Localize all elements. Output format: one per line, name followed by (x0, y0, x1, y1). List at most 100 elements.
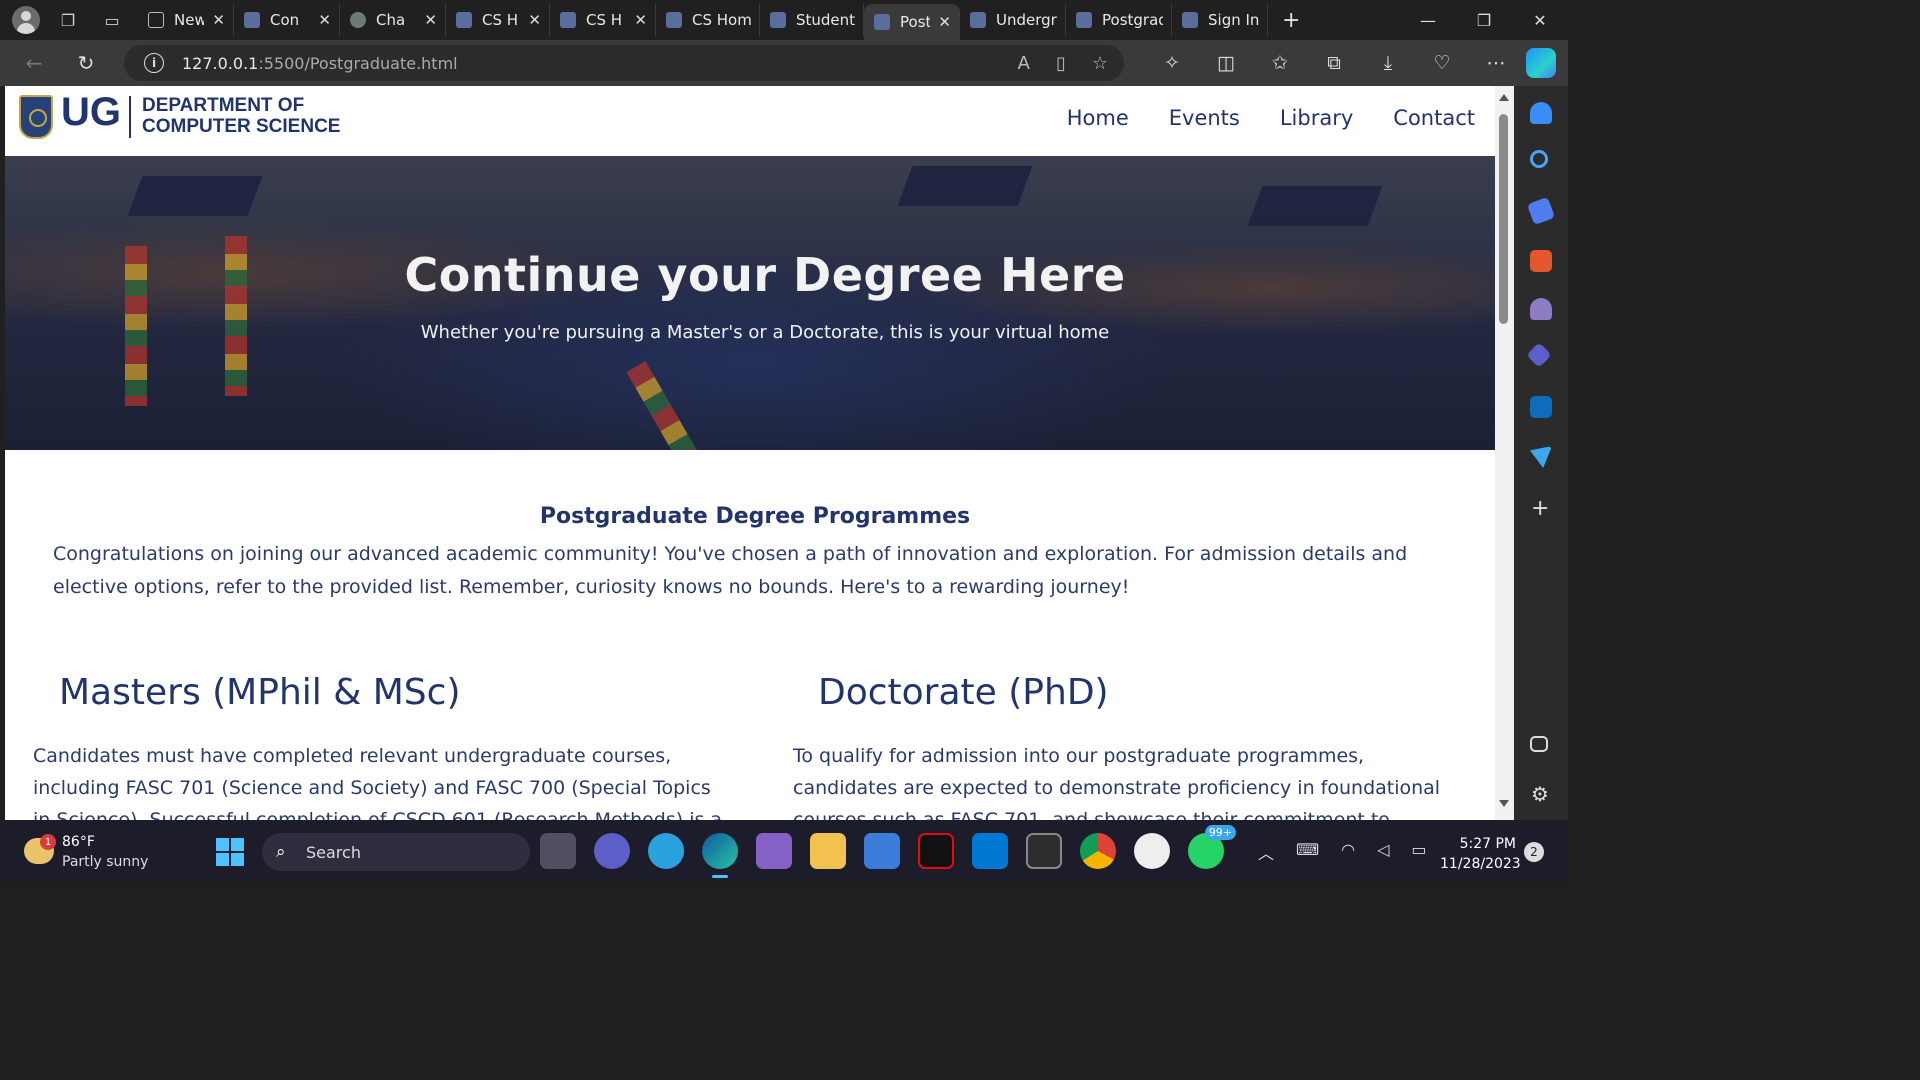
more-options-icon[interactable]: ⋯ (1469, 52, 1523, 74)
scroll-up-icon[interactable] (1499, 94, 1509, 101)
ug-crest-icon (970, 12, 986, 28)
netflix-icon[interactable] (918, 833, 954, 869)
close-tab-icon[interactable]: ✕ (634, 11, 647, 29)
browser-tab-label: Postg (900, 13, 930, 31)
browser-tab[interactable]: Students (760, 4, 864, 36)
search-icon[interactable] (1530, 150, 1548, 168)
edge-browser-icon[interactable] (702, 833, 738, 878)
keyboard-icon[interactable]: ⌨ (1296, 840, 1319, 864)
browser-tab[interactable]: Postg ✕ (864, 4, 960, 40)
browser-tab-label: Undergra (996, 11, 1057, 29)
browser-tab-label: Sign In (1208, 11, 1259, 29)
page-icon (148, 12, 164, 28)
terminal-icon[interactable] (1026, 833, 1062, 869)
taskbar-search[interactable]: ⌕ Search (262, 833, 530, 871)
site-logo-text[interactable]: UG (61, 90, 121, 135)
close-tab-icon[interactable]: ✕ (528, 11, 541, 29)
page-scrollbar[interactable] (1495, 86, 1514, 820)
browser-toolbar: ← ↻ i 127.0.0.1:5500/Postgraduate.html A… (0, 40, 1568, 86)
browser-tab[interactable]: Cha ✕ (340, 4, 446, 36)
taskbar-apps: 99+ (540, 825, 1236, 878)
downloads-icon[interactable]: ⤓ (1361, 52, 1415, 74)
telegram-icon[interactable] (648, 833, 684, 869)
browser-tab[interactable]: Con ✕ (234, 4, 340, 36)
new-tab-button[interactable]: + (1282, 8, 1300, 33)
settings-gear-icon[interactable]: ⚙ (1531, 782, 1549, 806)
browser-tab-label: Con (270, 11, 300, 29)
file-explorer-icon[interactable] (810, 833, 846, 869)
clock-date: 11/28/2023 (1440, 856, 1521, 872)
nav-link-library[interactable]: Library (1280, 106, 1353, 130)
browser-tab[interactable]: New ✕ (138, 4, 234, 36)
shopping-tag-icon[interactable] (1526, 196, 1556, 226)
task-view-icon[interactable] (540, 833, 576, 869)
scrollbar-thumb[interactable] (1499, 114, 1508, 324)
edge-sidebar: + ⚙ (1514, 86, 1568, 820)
url-path: :5500/Postgraduate.html (258, 53, 458, 73)
scroll-down-icon[interactable] (1499, 800, 1509, 807)
workspaces-icon[interactable]: ❐ (52, 4, 84, 36)
browser-tab[interactable]: CS H ✕ (550, 4, 656, 36)
weather-temperature[interactable]: 86°F (62, 834, 95, 850)
visual-studio-icon[interactable] (756, 833, 792, 869)
vertical-tabs-icon[interactable]: ▭ (96, 4, 128, 36)
performance-icon[interactable]: ♡ (1415, 52, 1469, 74)
browser-tab[interactable]: Undergra (960, 4, 1066, 36)
weather-condition[interactable]: Partly sunny (62, 854, 148, 870)
chrome-icon[interactable] (1080, 833, 1116, 869)
ug-crest-icon (456, 12, 472, 28)
read-aloud-icon[interactable]: A (1018, 53, 1030, 74)
sidebar-toggle-icon[interactable] (1530, 736, 1548, 752)
chevron-up-icon[interactable]: ︿ (1258, 840, 1274, 864)
microsoft-365-icon[interactable] (1526, 342, 1552, 368)
add-sidebar-app-icon[interactable]: + (1531, 496, 1549, 521)
browser-tab[interactable]: CS H ✕ (446, 4, 550, 36)
split-screen-icon[interactable]: ◫ (1199, 52, 1253, 74)
nav-link-contact[interactable]: Contact (1393, 106, 1475, 130)
collections-icon[interactable]: ⧉ (1307, 52, 1361, 74)
teams-chat-icon[interactable] (594, 833, 630, 869)
address-bar[interactable]: i 127.0.0.1:5500/Postgraduate.html A ▯ ☆ (124, 45, 1124, 81)
ug-crest-logo[interactable] (19, 95, 53, 139)
drop-icon[interactable] (1530, 446, 1552, 468)
url-text[interactable]: 127.0.0.1:5500/Postgraduate.html (182, 54, 458, 73)
github-icon[interactable] (1134, 833, 1170, 869)
refresh-icon[interactable]: ↻ (68, 45, 104, 81)
notification-bell-icon[interactable] (1530, 102, 1552, 124)
clock-time: 5:27 PM (1459, 836, 1516, 852)
tools-briefcase-icon[interactable] (1530, 250, 1552, 272)
favorite-star-icon[interactable]: ☆ (1092, 53, 1108, 74)
browser-tab[interactable]: CS Home (656, 4, 760, 36)
close-tab-icon[interactable]: ✕ (424, 11, 437, 29)
minimize-icon[interactable]: — (1400, 0, 1456, 40)
close-tab-icon[interactable]: ✕ (938, 13, 951, 31)
microsoft-store-icon[interactable] (864, 833, 900, 869)
volume-icon[interactable]: ◁ (1377, 840, 1389, 864)
extensions-icon[interactable]: ✧ (1145, 52, 1199, 74)
copilot-icon[interactable] (1526, 48, 1556, 78)
immersive-reader-icon[interactable]: ▯ (1056, 53, 1066, 74)
outlook-icon[interactable] (1530, 396, 1552, 418)
site-info-icon[interactable]: i (144, 53, 164, 73)
notification-count[interactable]: 2 (1524, 842, 1544, 862)
nav-link-home[interactable]: Home (1067, 106, 1129, 130)
windows-start-icon[interactable] (216, 838, 244, 866)
whatsapp-icon[interactable]: 99+ (1188, 825, 1236, 869)
profile-avatar-icon[interactable] (12, 6, 40, 34)
close-tab-icon[interactable]: ✕ (318, 11, 331, 29)
nav-link-events[interactable]: Events (1169, 106, 1240, 130)
vscode-icon[interactable] (972, 833, 1008, 869)
favorites-icon[interactable]: ✩ (1253, 52, 1307, 74)
close-tab-icon[interactable]: ✕ (212, 11, 225, 29)
section-intro: Congratulations on joining our advanced … (53, 543, 1408, 598)
browser-tab[interactable]: Postgrad (1066, 4, 1172, 36)
ug-crest-icon (1182, 12, 1198, 28)
wifi-icon[interactable]: ◠ (1341, 840, 1355, 864)
taskbar-clock[interactable]: 5:27 PM 11/28/2023 (1440, 834, 1521, 874)
browser-tab[interactable]: Sign In (1172, 4, 1268, 36)
back-arrow-icon[interactable]: ← (16, 45, 52, 81)
close-window-icon[interactable]: ✕ (1512, 0, 1568, 40)
games-icon[interactable] (1530, 298, 1552, 320)
battery-icon[interactable]: ▭ (1411, 840, 1426, 864)
restore-icon[interactable]: ❐ (1456, 0, 1512, 40)
